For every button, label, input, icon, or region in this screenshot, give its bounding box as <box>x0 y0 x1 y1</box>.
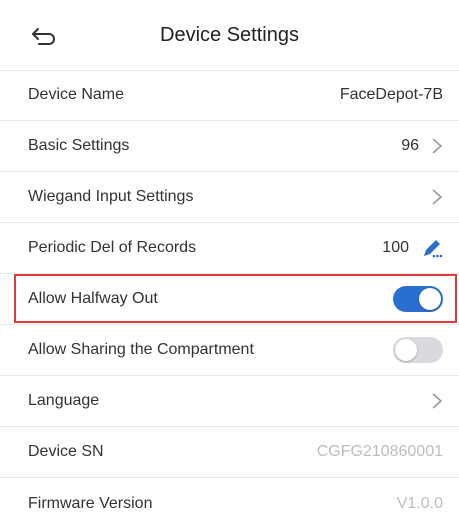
row-label: Wiegand Input Settings <box>28 188 194 205</box>
basic-settings-value: 96 <box>401 137 419 154</box>
row-allow-sharing[interactable]: Allow Sharing the Compartment <box>0 325 459 376</box>
row-label: Device SN <box>28 443 104 460</box>
periodic-del-value: 100 <box>382 239 409 256</box>
page-title: Device Settings <box>160 23 299 46</box>
row-firmware-version: Firmware Version V1.0.0 <box>0 478 459 529</box>
back-arrow-icon <box>32 28 55 45</box>
row-label: Allow Halfway Out <box>28 290 158 307</box>
row-label: Periodic Del of Records <box>28 239 197 256</box>
row-allow-halfway-out[interactable]: Allow Halfway Out <box>0 274 459 325</box>
toggle-knob <box>395 339 417 361</box>
row-label: Language <box>28 392 100 409</box>
row-label: Firmware Version <box>28 494 153 512</box>
allow-sharing-toggle[interactable] <box>393 337 443 363</box>
chevron-right-icon <box>432 138 443 154</box>
back-button[interactable] <box>28 24 60 48</box>
chevron-right-icon <box>432 393 443 409</box>
row-device-name[interactable]: Device Name FaceDepot-7B <box>0 70 459 121</box>
row-label: Allow Sharing the Compartment <box>28 341 254 358</box>
allow-halfway-out-toggle[interactable] <box>393 286 443 312</box>
row-language[interactable]: Language <box>0 376 459 427</box>
device-name-value: FaceDepot-7B <box>339 86 443 103</box>
firmware-version-value: V1.0.0 <box>396 494 443 512</box>
row-label: Basic Settings <box>28 137 130 154</box>
header-bar: Device Settings <box>0 0 459 71</box>
toggle-knob <box>419 288 441 310</box>
row-device-sn: Device SN CGFG210860001 <box>0 427 459 478</box>
edit-pen-icon[interactable] <box>421 237 443 259</box>
row-periodic-del[interactable]: Periodic Del of Records 100 <box>0 223 459 274</box>
row-label: Device Name <box>28 86 125 103</box>
device-sn-value: CGFG210860001 <box>316 443 443 460</box>
settings-list: Device Name FaceDepot-7B Basic Settings … <box>0 70 459 529</box>
row-wiegand-input[interactable]: Wiegand Input Settings <box>0 172 459 223</box>
chevron-right-icon <box>432 189 443 205</box>
row-basic-settings[interactable]: Basic Settings 96 <box>0 121 459 172</box>
